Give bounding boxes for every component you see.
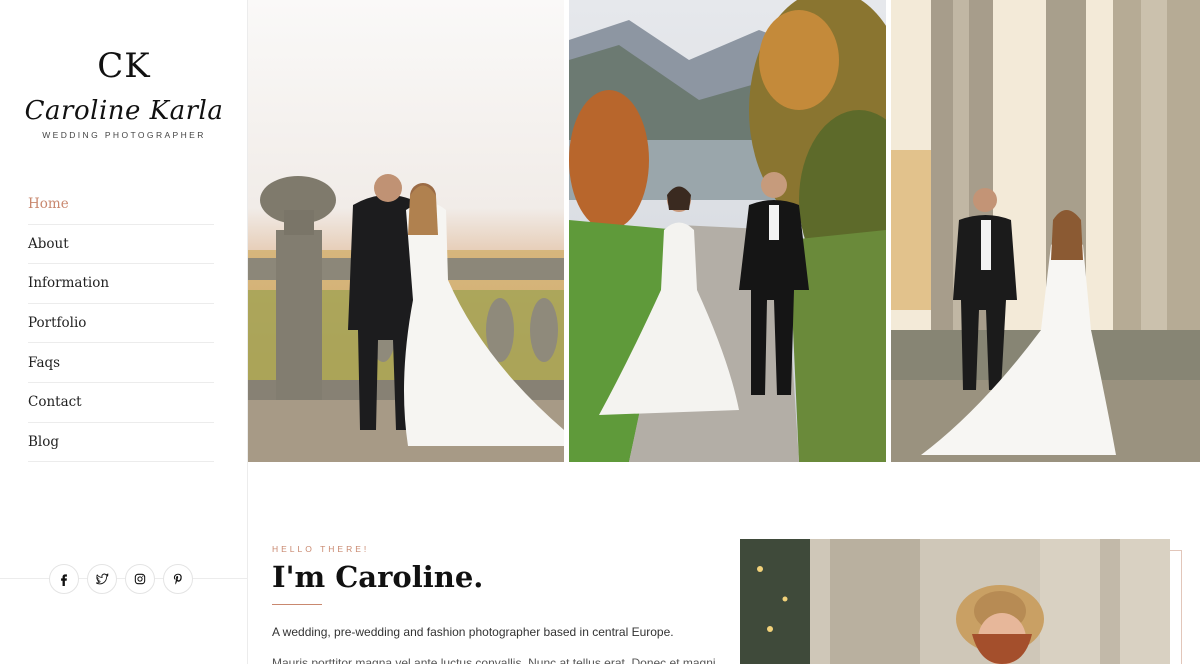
couple-at-balustrade-photo (248, 0, 564, 462)
logo[interactable]: CK Caroline Karla WEDDING PHOTOGRAPHER (0, 46, 248, 140)
about-body: Mauris porttitor magna vel ante luctus c… (272, 656, 716, 664)
facebook-link[interactable] (49, 564, 79, 594)
caroline-portrait-photo (740, 539, 1170, 664)
about-eyebrow: HELLO THERE! (272, 544, 370, 554)
logo-tagline: WEDDING PHOTOGRAPHER (42, 130, 206, 140)
nav-item-blog[interactable]: Blog (28, 423, 214, 463)
main-navigation: Home About Information Portfolio Faqs Co… (28, 185, 214, 463)
instagram-icon (134, 573, 146, 585)
logo-monogram: CK (97, 46, 151, 86)
pinterest-link[interactable] (163, 564, 193, 594)
instagram-link[interactable] (125, 564, 155, 594)
couple-by-columns-photo (891, 0, 1200, 462)
nav-item-home[interactable]: Home (28, 185, 214, 225)
about-intro: A wedding, pre-wedding and fashion photo… (272, 625, 674, 639)
twitter-icon (95, 573, 109, 585)
social-links (49, 564, 193, 594)
portrait-frame-accent (1170, 550, 1182, 664)
heading-divider (272, 604, 322, 605)
nav-item-information[interactable]: Information (28, 264, 214, 304)
sidebar: CK Caroline Karla WEDDING PHOTOGRAPHER H… (0, 0, 248, 664)
nav-item-portfolio[interactable]: Portfolio (28, 304, 214, 344)
pinterest-icon (173, 573, 182, 585)
facebook-icon (61, 574, 67, 586)
about-heading: I'm Caroline. (272, 560, 484, 594)
logo-script-name: Caroline Karla (24, 96, 224, 126)
nav-item-faqs[interactable]: Faqs (28, 343, 214, 383)
nav-item-contact[interactable]: Contact (28, 383, 214, 423)
nav-item-about[interactable]: About (28, 225, 214, 265)
twitter-link[interactable] (87, 564, 117, 594)
couple-walking-photo (569, 0, 886, 462)
